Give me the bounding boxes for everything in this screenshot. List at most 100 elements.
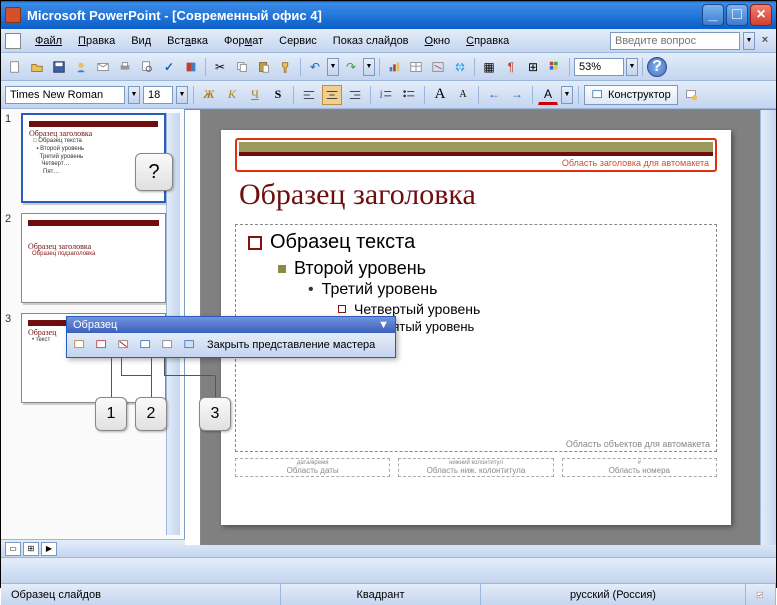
menu-insert[interactable]: Вставка [159, 33, 216, 49]
vertical-scrollbar[interactable] [760, 110, 776, 545]
status-slide-info: Образец слайдов [1, 584, 281, 605]
master-toolbar[interactable]: Образец ▼ Закрыть представление мастера [66, 316, 396, 358]
standard-toolbar: ✓ ✂ ↶ ▼ ↷ ▼ ▦ ¶ ⊞ ▼ ? [1, 53, 776, 81]
maximize-button[interactable]: □ [726, 4, 748, 26]
master-layout-button[interactable] [181, 336, 199, 354]
zoom-dropdown[interactable]: ▼ [626, 58, 638, 76]
decrease-indent-button[interactable]: ← [484, 85, 504, 105]
undo-dropdown[interactable]: ▼ [327, 58, 339, 76]
help-button[interactable]: ? [647, 57, 667, 77]
master-toolbar-dropdown-icon[interactable]: ▼ [378, 319, 389, 331]
footer-placeholder[interactable]: нижний колонтитулОбласть ниж. колонтитул… [398, 458, 553, 477]
outline-level-2[interactable]: Второй уровень [278, 258, 704, 279]
body-placeholder-label: Область объектов для автомакета [566, 439, 710, 449]
rename-master-button[interactable] [159, 336, 177, 354]
menu-file[interactable]: Файл [27, 33, 70, 49]
master-toolbar-titlebar[interactable]: Образец ▼ [67, 317, 395, 333]
menu-edit[interactable]: Правка [70, 33, 123, 49]
svg-text:2: 2 [380, 93, 383, 98]
italic-button[interactable]: К [222, 85, 242, 105]
zoom-input[interactable] [574, 58, 624, 76]
new-button[interactable] [5, 57, 25, 77]
insert-chart-button[interactable] [384, 57, 404, 77]
font-color-button[interactable]: A [538, 85, 558, 105]
menu-help[interactable]: Справка [458, 33, 517, 49]
insert-table-button[interactable] [406, 57, 426, 77]
thumbnail-2[interactable]: 2 Образец заголовка Образец подзаголовка [5, 213, 166, 303]
print-button[interactable] [115, 57, 135, 77]
permissions-button[interactable] [71, 57, 91, 77]
normal-view-button[interactable]: ▭ [5, 542, 21, 556]
format-painter-button[interactable] [276, 57, 296, 77]
insert-hyperlink-button[interactable] [450, 57, 470, 77]
tables-borders-button[interactable] [428, 57, 448, 77]
sorter-view-button[interactable]: ⊞ [23, 542, 39, 556]
undo-button[interactable]: ↶ [305, 57, 325, 77]
outline-level-4[interactable]: Четвертый уровень [338, 301, 704, 317]
title-placeholder[interactable]: Область заголовка для автомакета [235, 138, 717, 172]
shadow-button[interactable]: S [268, 85, 288, 105]
slide-title[interactable]: Образец заголовка [239, 178, 713, 212]
outline-level-1[interactable]: Образец текста [248, 231, 704, 254]
insert-title-master-button[interactable] [93, 336, 111, 354]
font-input[interactable] [5, 86, 125, 104]
new-slide-button[interactable] [681, 85, 701, 105]
expand-all-button[interactable]: ▦ [479, 57, 499, 77]
outline-level-3[interactable]: Третий уровень [308, 281, 704, 299]
align-right-button[interactable] [345, 85, 365, 105]
color-button[interactable] [545, 57, 565, 77]
paste-button[interactable] [254, 57, 274, 77]
close-button[interactable]: × [750, 4, 772, 26]
email-button[interactable] [93, 57, 113, 77]
insert-slide-master-button[interactable] [71, 336, 89, 354]
close-master-view-button[interactable]: Закрыть представление мастера [203, 338, 379, 352]
bold-button[interactable]: Ж [199, 85, 219, 105]
menu-view[interactable]: Вид [123, 33, 159, 49]
document-close-button[interactable]: × [758, 34, 772, 48]
align-left-button[interactable] [299, 85, 319, 105]
redo-button[interactable]: ↷ [341, 57, 361, 77]
callout-3: 3 [199, 397, 231, 431]
research-button[interactable] [181, 57, 201, 77]
status-spellcheck-icon[interactable] [746, 584, 776, 605]
print-preview-button[interactable] [137, 57, 157, 77]
menu-tools[interactable]: Сервис [271, 33, 325, 49]
callout-1: 1 [95, 397, 127, 431]
slideshow-view-button[interactable]: ▶ [41, 542, 57, 556]
help-dropdown-button[interactable]: ▼ [743, 32, 755, 50]
underline-button[interactable]: Ч [245, 85, 265, 105]
outline-level-5[interactable]: Пятый уровень [368, 319, 704, 334]
font-dropdown[interactable]: ▼ [128, 86, 140, 104]
numbering-button[interactable]: 12 [376, 85, 396, 105]
document-icon[interactable] [5, 33, 21, 49]
decrease-font-button[interactable]: A [453, 85, 473, 105]
show-formatting-button[interactable]: ¶ [501, 57, 521, 77]
callout-2: 2 [135, 397, 167, 431]
menu-slideshow[interactable]: Показ слайдов [325, 33, 417, 49]
increase-font-button[interactable]: A [430, 85, 450, 105]
copy-button[interactable] [232, 57, 252, 77]
status-language[interactable]: русский (Россия) [481, 584, 746, 605]
bullets-button[interactable] [399, 85, 419, 105]
font-size-input[interactable] [143, 86, 173, 104]
increase-indent-button[interactable]: → [507, 85, 527, 105]
save-button[interactable] [49, 57, 69, 77]
font-size-dropdown[interactable]: ▼ [176, 86, 188, 104]
cut-button[interactable]: ✂ [210, 57, 230, 77]
help-search-input[interactable] [610, 32, 740, 50]
show-grid-button[interactable]: ⊞ [523, 57, 543, 77]
open-button[interactable] [27, 57, 47, 77]
number-placeholder[interactable]: #Область номера [562, 458, 717, 477]
redo-dropdown[interactable]: ▼ [363, 58, 375, 76]
thumbnail-number: 2 [5, 213, 17, 303]
date-placeholder[interactable]: дата/времяОбласть даты [235, 458, 390, 477]
menu-window[interactable]: Окно [417, 33, 459, 49]
minimize-button[interactable]: _ [702, 4, 724, 26]
delete-master-button[interactable] [115, 336, 133, 354]
align-center-button[interactable] [322, 85, 342, 105]
designer-button[interactable]: Конструктор [584, 85, 678, 105]
preserve-master-button[interactable] [137, 336, 155, 354]
font-color-dropdown[interactable]: ▼ [561, 86, 573, 104]
menu-format[interactable]: Формат [216, 33, 271, 49]
spelling-button[interactable]: ✓ [159, 57, 179, 77]
